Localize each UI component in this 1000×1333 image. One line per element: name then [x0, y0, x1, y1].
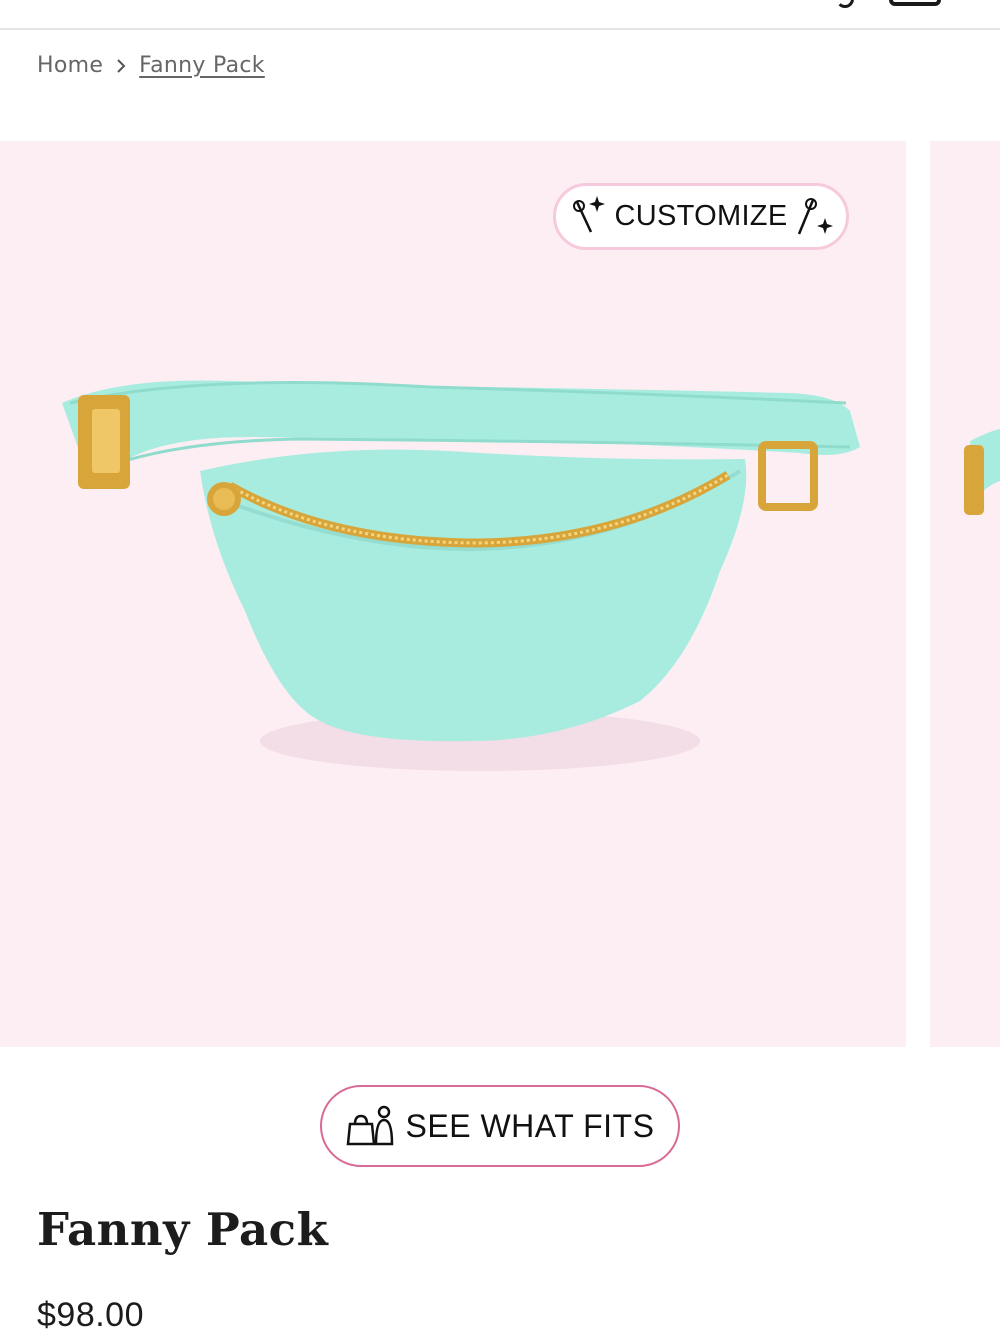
next-product-image-slide[interactable]	[930, 141, 1000, 1047]
next-product-image	[964, 429, 1000, 515]
product-image-slide[interactable]: CUSTOMIZE	[0, 141, 906, 1047]
cart-icon[interactable]	[889, 0, 941, 6]
customize-button[interactable]: CUSTOMIZE	[553, 183, 849, 250]
breadcrumb-current-link[interactable]: Fanny Pack	[139, 53, 265, 78]
site-header	[0, 0, 1000, 30]
chevron-right-icon	[115, 50, 129, 80]
product-title: Fanny Pack	[37, 1203, 329, 1256]
product-price: $98.00	[37, 1296, 144, 1333]
see-what-fits-button[interactable]: SEE WHAT FITS	[320, 1085, 680, 1167]
breadcrumb: Home Fanny Pack	[37, 50, 265, 80]
sparkle-pin-icon	[798, 197, 834, 234]
breadcrumb-home-link[interactable]: Home	[37, 53, 103, 78]
product-page: Home Fanny Pack CUSTOMIZE SEE WHAT FITS …	[0, 0, 1000, 1333]
account-icon[interactable]	[836, 0, 854, 8]
sparkle-pin-icon	[572, 195, 605, 233]
customize-label: CUSTOMIZE	[614, 200, 788, 232]
see-what-fits-label: SEE WHAT FITS	[405, 1107, 655, 1144]
product-image	[62, 380, 860, 771]
bag-person-icon	[346, 1105, 393, 1146]
